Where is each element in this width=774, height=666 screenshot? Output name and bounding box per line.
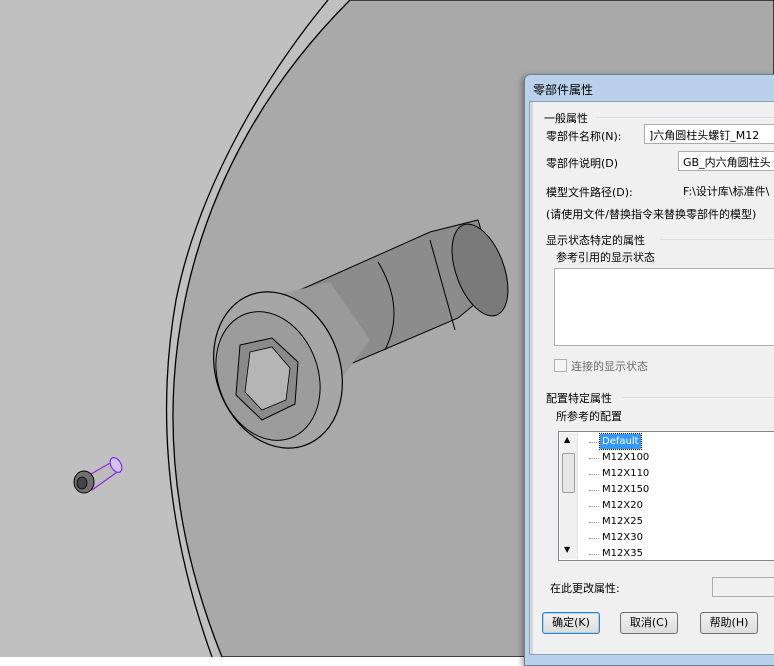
configuration-item[interactable]: M12X30 xyxy=(600,530,645,545)
configuration-item[interactable]: M12X100 xyxy=(600,450,651,465)
change-properties-label: 在此更改属性: xyxy=(550,582,620,595)
dialog-title: 零部件属性 xyxy=(533,83,594,97)
configuration-item[interactable]: M12X150 xyxy=(600,482,651,497)
scroll-up-icon[interactable]: ▲ xyxy=(564,435,570,444)
scroll-down-icon[interactable]: ▼ xyxy=(564,545,570,554)
tree-connector xyxy=(589,490,599,491)
display-state-legend: 显示状态特定的属性 xyxy=(546,234,645,247)
component-properties-dialog[interactable]: 零部件属性 一般属性 零部件名称(N): ]六角圆柱头螺钉_M12 零部件说明(… xyxy=(524,74,774,666)
tree-connector xyxy=(589,474,599,475)
ok-button[interactable]: 确定(K) xyxy=(542,612,600,634)
component-name-label: 零部件名称(N): xyxy=(546,130,622,143)
scroll-thumb[interactable] xyxy=(562,453,575,493)
referenced-display-state-legend: 参考引用的显示状态 xyxy=(556,251,655,264)
component-name-field[interactable]: ]六角圆柱头螺钉_M12 xyxy=(644,124,774,144)
model-path-label: 模型文件路径(D): xyxy=(546,186,633,199)
configuration-item[interactable]: M12X25 xyxy=(600,514,645,529)
component-description-label: 零部件说明(D) xyxy=(546,157,619,170)
general-group-line xyxy=(596,117,774,118)
configuration-list[interactable]: ▲ ▼ Default M12X100 M12X110 M12X150 M12X20 M1… xyxy=(558,431,774,561)
general-properties-legend: 一般属性 xyxy=(544,112,588,125)
config-properties-legend: 配置特定属性 xyxy=(546,392,612,405)
tree-connector xyxy=(589,522,599,523)
configuration-item[interactable]: Default xyxy=(599,433,642,450)
dialog-body: 一般属性 零部件名称(N): ]六角圆柱头螺钉_M12 零部件说明(D) GB_… xyxy=(529,101,774,655)
linked-display-state-checkbox[interactable] xyxy=(554,359,567,372)
tree-connector xyxy=(589,442,599,443)
configuration-list-scrollbar[interactable]: ▲ ▼ xyxy=(560,433,578,559)
replace-model-note: (请使用文件/替换指令来替换零部件的模型) xyxy=(546,208,757,221)
configuration-item[interactable]: M12X110 xyxy=(600,466,651,481)
configuration-item[interactable]: M12X35 xyxy=(600,546,645,561)
configuration-item[interactable]: M12X20 xyxy=(600,498,645,513)
referenced-config-legend: 所参考的配置 xyxy=(556,410,622,423)
component-description-field[interactable]: GB_内六角圆柱头 xyxy=(678,151,774,171)
dialog-left-edge xyxy=(530,102,533,654)
display-group-line xyxy=(660,239,774,240)
model-path-field: F:\设计库\标准件\ xyxy=(678,180,774,200)
linked-display-state-label: 连接的显示状态 xyxy=(571,360,648,373)
tree-connector xyxy=(589,538,599,539)
config-group-line xyxy=(622,397,774,398)
change-properties-dropdown[interactable] xyxy=(712,577,774,597)
tree-connector xyxy=(589,458,599,459)
display-state-list[interactable] xyxy=(554,268,774,346)
cancel-button[interactable]: 取消(C) xyxy=(620,612,678,634)
help-button[interactable]: 帮助(H) xyxy=(700,612,758,634)
tree-connector xyxy=(589,554,599,555)
tree-connector xyxy=(589,506,599,507)
